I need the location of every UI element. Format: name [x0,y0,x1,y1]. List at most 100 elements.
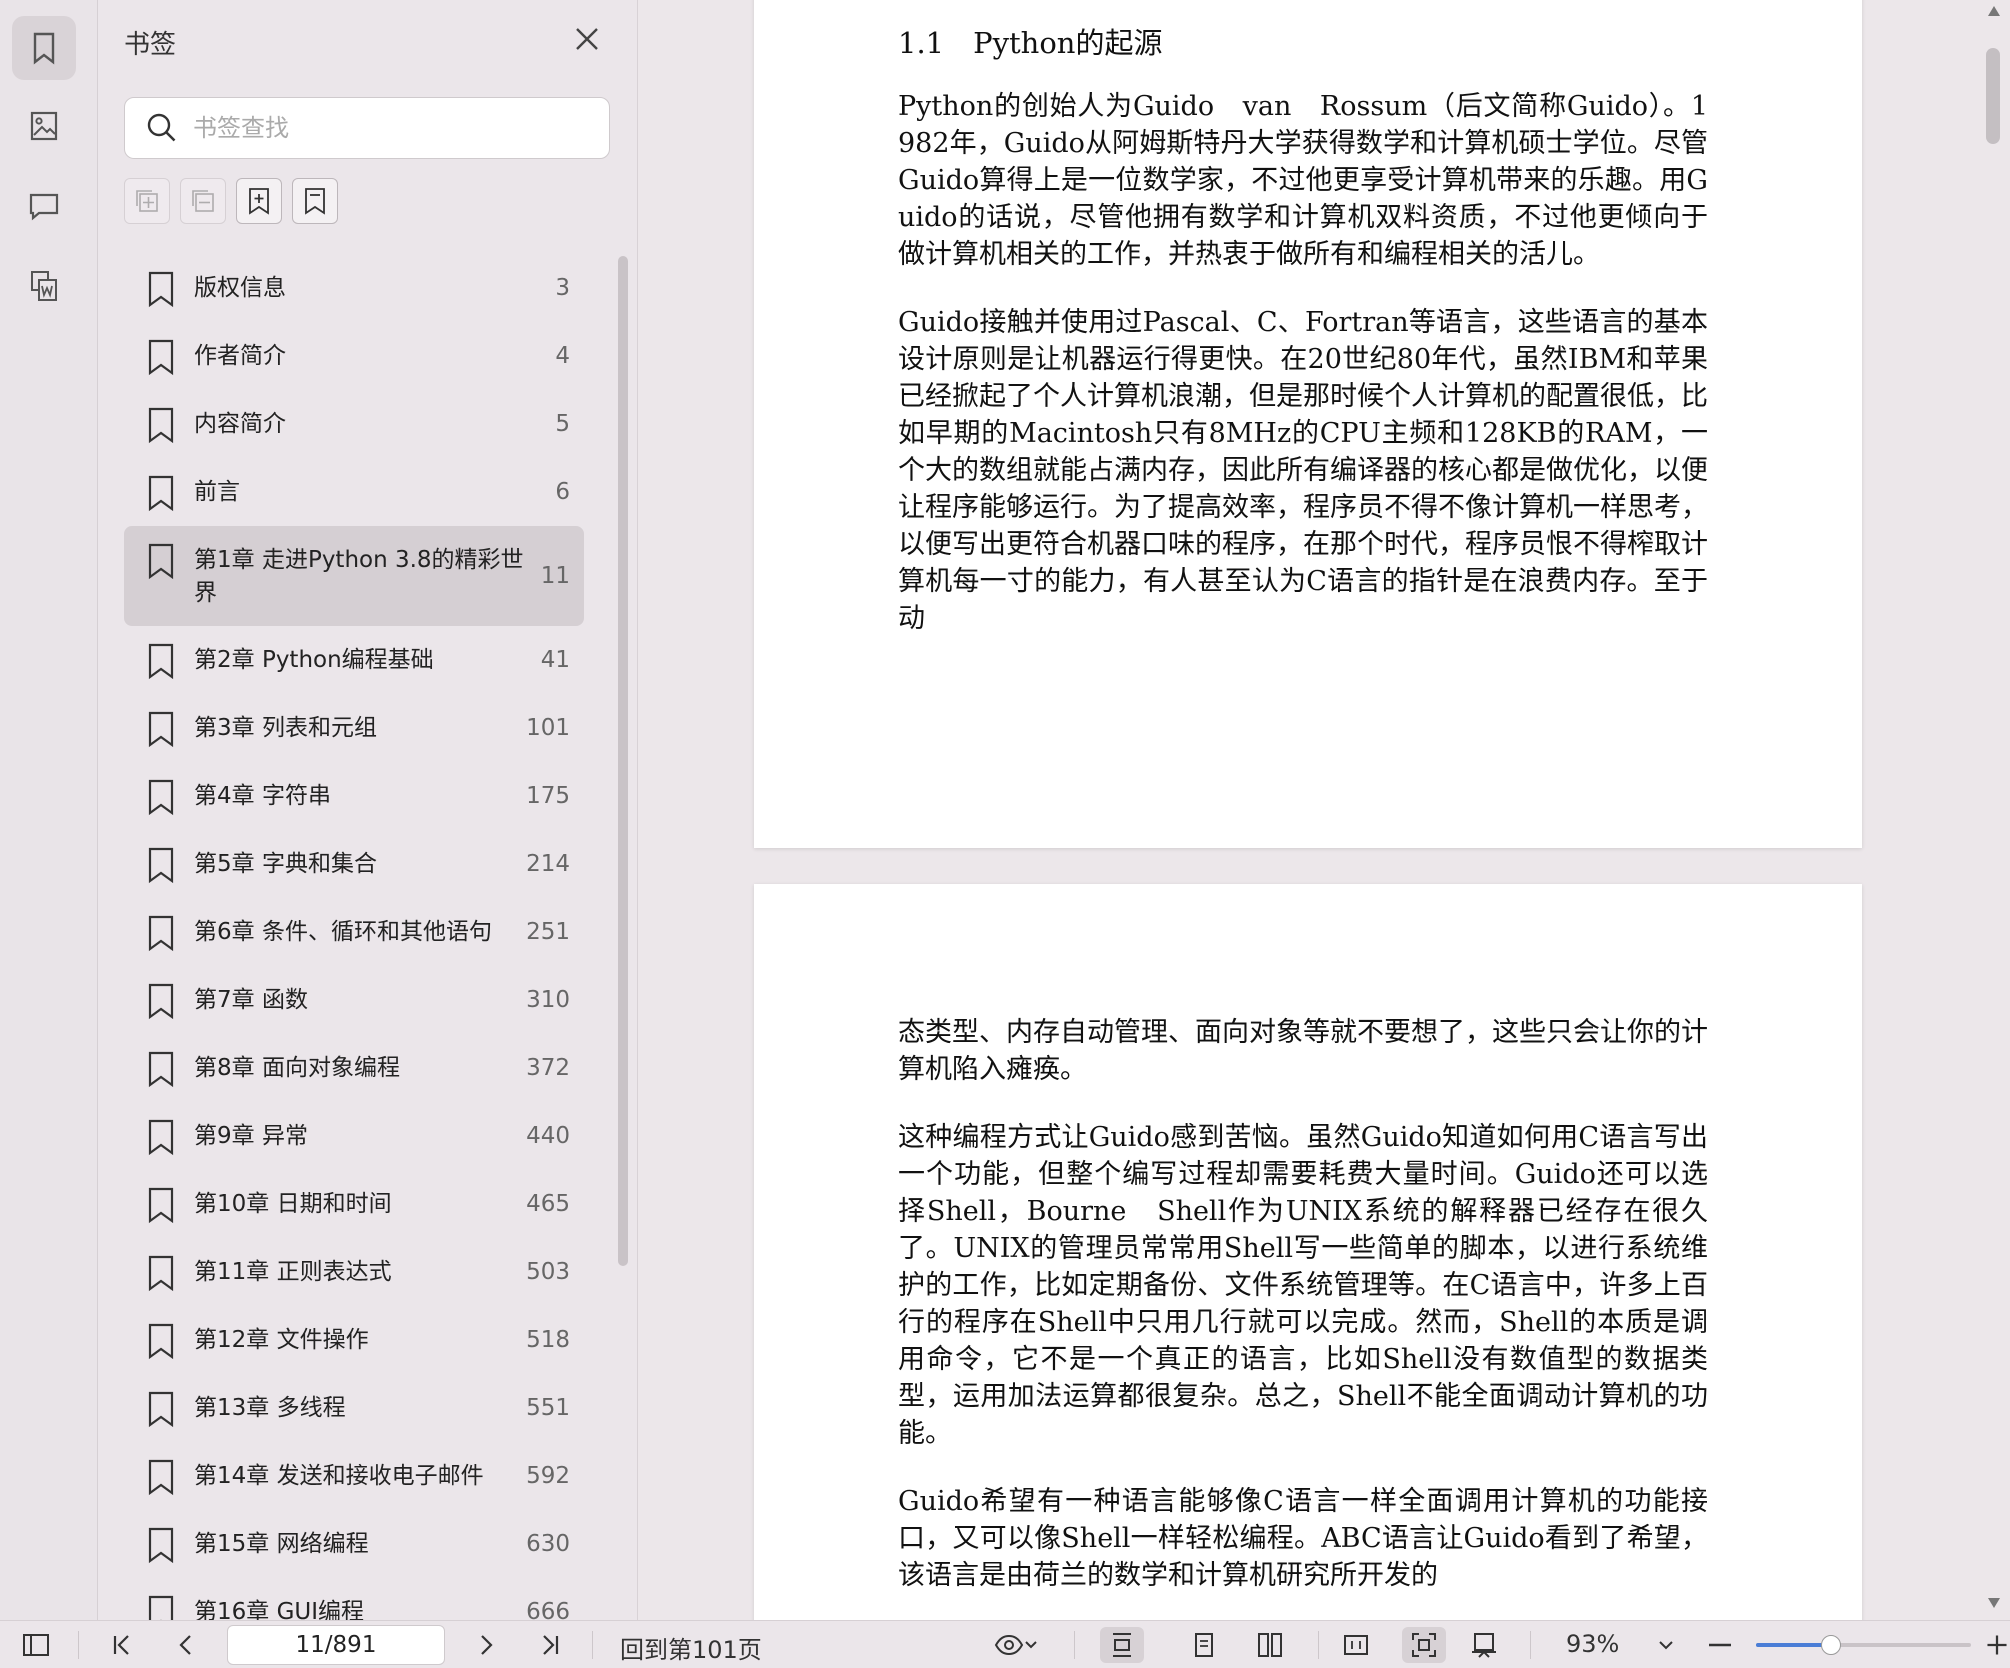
bookmark-panel-button[interactable] [12,16,76,80]
bookmark-page-number: 592 [526,1463,570,1489]
zoom-slider-handle[interactable] [1821,1635,1842,1655]
previous-page-button[interactable] [168,1627,204,1663]
bookmark-icon [148,711,174,748]
bookmark-item[interactable]: 第6章 条件、循环和其他语句 251 [124,898,584,966]
bookmark-item[interactable]: 第7章 函数 310 [124,966,584,1034]
annotation-panel-button[interactable] [12,174,76,238]
bookmark-page-number: 6 [555,479,570,505]
bookmark-item[interactable]: 第15章 网络编程 630 [124,1510,584,1578]
add-bookmark-button[interactable] [236,178,282,224]
bookmark-page-number: 101 [526,715,570,741]
bookmark-item[interactable]: 第16章 GUI编程 666 [124,1578,584,1620]
bookmark-list: 版权信息 3 作者简介 4 内容简介 5 前言 6 第1章 走进Python 3.8的精彩世界 1… [124,254,584,1620]
zoom-in-button[interactable] [1984,1627,2010,1663]
view-mode-button[interactable] [988,1627,1044,1663]
bookmark-icon [148,643,174,680]
bookmark-page-number: 4 [555,343,570,369]
bookmark-icon [148,847,174,884]
bookmark-item[interactable]: 第13章 多线程 551 [124,1374,584,1442]
bookmark-panel: 书签 版权信息 3 作者简介 4 内容简介 5 前言 6 第1章 走进Python 3.8的精彩… [98,0,638,1620]
collapse-all-button[interactable] [180,178,226,224]
scroll-down-arrow-icon[interactable] [1988,1598,2000,1608]
bookmark-item[interactable]: 第10章 日期和时间 465 [124,1170,584,1238]
bookmark-label: 第13章 多线程 [194,1395,346,1421]
bookmark-item[interactable]: 第11章 正则表达式 503 [124,1238,584,1306]
panel-title: 书签 [124,30,177,60]
zoom-dropdown-button[interactable] [1648,1627,1684,1663]
presentation-button[interactable] [1466,1627,1502,1663]
paragraph: 这种编程方式让Guido感到苦恼。虽然Guido知道如何用C语言写出一个功能，但… [898,1122,1708,1449]
eye-icon [994,1634,1024,1656]
bookmark-page-number: 214 [526,851,570,877]
sidebar-icon [23,1634,49,1656]
single-page-icon [1195,1633,1213,1657]
bookmark-icon [148,543,174,580]
bookmark-icon [148,407,174,444]
bookmark-item[interactable]: 第2章 Python编程基础 41 [124,626,584,694]
bookmark-icon [148,1187,174,1224]
document-scrollbar[interactable] [1984,0,2010,1620]
bookmark-page-number: 518 [526,1327,570,1353]
continuous-scroll-button[interactable] [1100,1627,1144,1663]
comment-icon [29,193,59,221]
two-page-button[interactable] [1252,1627,1288,1663]
scrollbar-thumb[interactable] [1986,48,2000,144]
bookmark-item[interactable]: 第8章 面向对象编程 372 [124,1034,584,1102]
fit-page-icon [1412,1633,1436,1657]
bookmark-icon [148,1119,174,1156]
next-page-button[interactable] [468,1627,504,1663]
bookmark-item[interactable]: 第5章 字典和集合 214 [124,830,584,898]
bookmark-label: 内容简介 [194,411,286,437]
left-icon-rail [0,0,98,1620]
close-panel-button[interactable] [570,22,604,56]
bookmark-page-number: 11 [540,563,570,589]
page-number-input[interactable] [227,1625,445,1665]
bookmark-item[interactable]: 内容简介 5 [124,390,584,458]
scroll-up-arrow-icon[interactable] [1988,6,2000,16]
bookmark-page-number: 666 [526,1599,570,1620]
bookmark-item[interactable]: 第14章 发送和接收电子邮件 592 [124,1442,584,1510]
two-page-icon [1258,1633,1282,1657]
bookmark-icon [148,1051,174,1088]
fit-width-button[interactable] [1338,1627,1374,1663]
last-page-button[interactable] [532,1627,568,1663]
bookmark-label: 第15章 网络编程 [194,1531,369,1557]
bookmark-item[interactable]: 作者简介 4 [124,322,584,390]
bookmark-search-input[interactable] [193,114,593,142]
bookmark-icon [148,1595,174,1620]
first-page-button[interactable] [104,1627,140,1663]
add-bookmark-icon [249,188,269,215]
chevron-down-icon [1659,1641,1673,1650]
go-back-link[interactable]: 回到第101页 [620,1630,762,1665]
bookmark-page-number: 630 [526,1531,570,1557]
bookmark-item[interactable]: 第3章 列表和元组 101 [124,694,584,762]
single-page-button[interactable] [1186,1627,1222,1663]
thumbnail-panel-button[interactable] [12,94,76,158]
zoom-slider-fill [1756,1643,1832,1647]
toggle-sidebar-button[interactable] [18,1627,54,1663]
bookmark-item[interactable]: 第1章 走进Python 3.8的精彩世界 11 [124,526,584,626]
convert-word-button[interactable] [12,254,76,318]
bookmark-toggle-button[interactable] [292,178,338,224]
bookmark-label: 作者简介 [194,343,286,369]
bookmark-item[interactable]: 前言 6 [124,458,584,526]
minus-icon [1709,1643,1731,1647]
bookmark-list-scrollbar[interactable] [618,256,628,1266]
bookmark-page-number: 503 [526,1259,570,1285]
zoom-slider[interactable] [1756,1635,1971,1655]
bookmark-label: 第9章 异常 [194,1123,308,1149]
zoom-level[interactable]: 93% [1566,1630,1619,1658]
expand-all-button[interactable] [124,178,170,224]
bookmark-label: 第10章 日期和时间 [194,1191,392,1217]
close-icon [576,28,598,50]
bookmark-icon [148,983,174,1020]
bookmark-page-number: 251 [526,919,570,945]
zoom-out-button[interactable] [1702,1627,1738,1663]
bookmark-item[interactable]: 第9章 异常 440 [124,1102,584,1170]
status-bar: 回到第101页 93% [0,1620,2010,1668]
bookmark-item[interactable]: 第12章 文件操作 518 [124,1306,584,1374]
bookmark-item[interactable]: 第4章 字符串 175 [124,762,584,830]
bookmark-item[interactable]: 版权信息 3 [124,254,584,322]
bookmark-icon [148,1391,174,1428]
fit-page-button[interactable] [1402,1627,1446,1663]
